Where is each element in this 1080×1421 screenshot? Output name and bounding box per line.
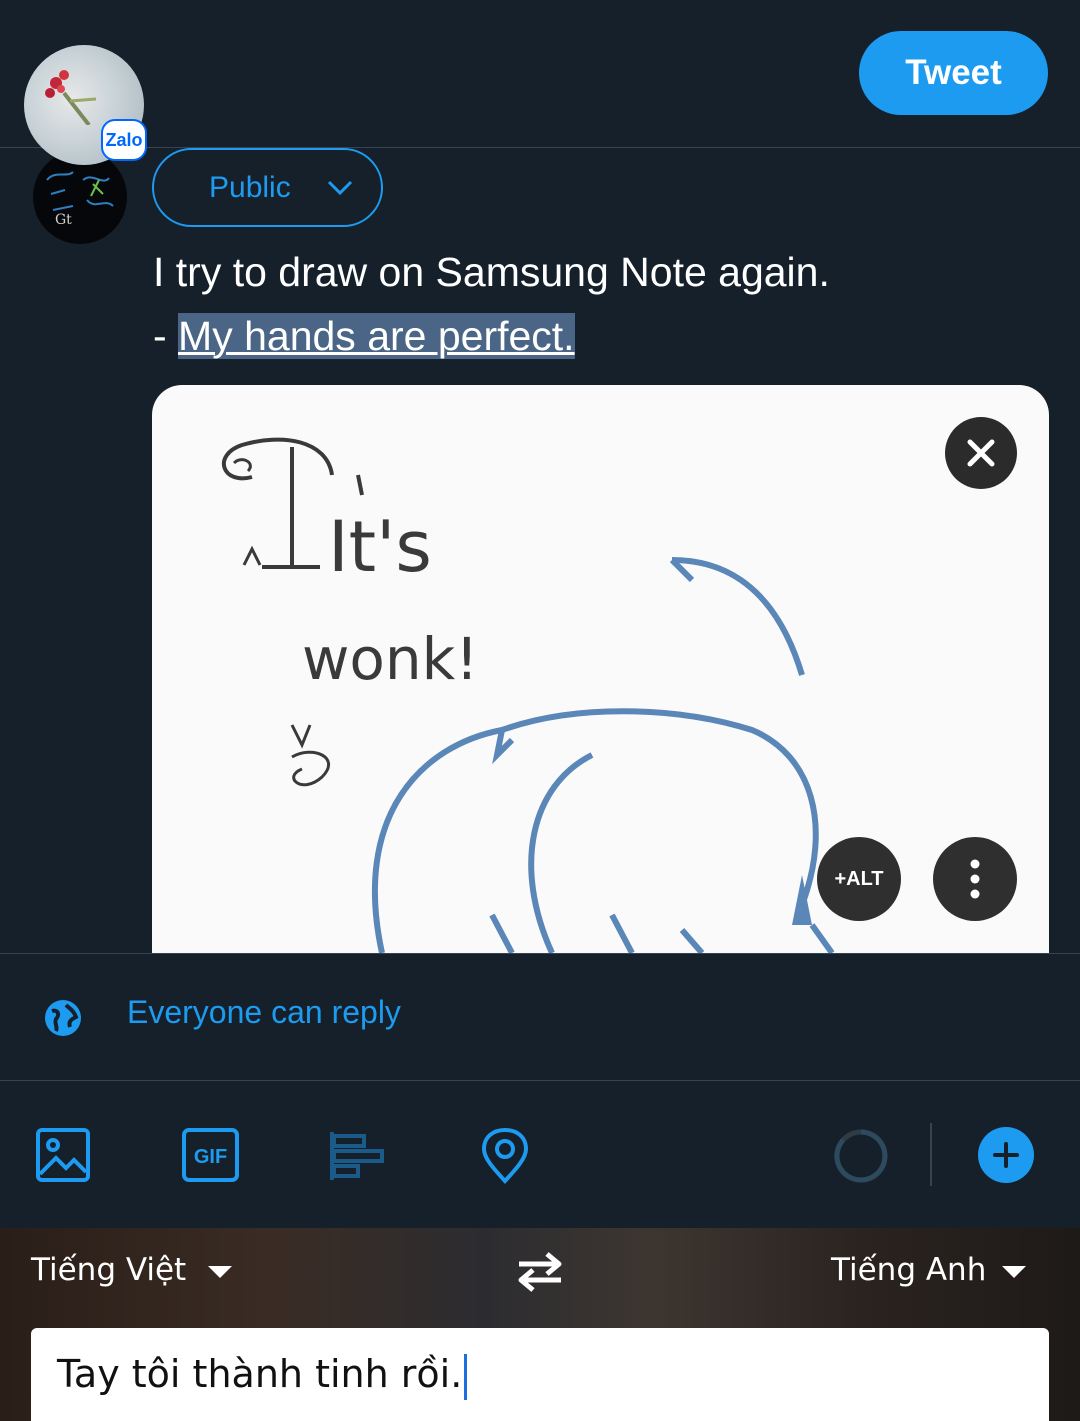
selected-text: My hands are perfect. bbox=[178, 313, 575, 359]
gif-icon[interactable]: GIF bbox=[182, 1128, 239, 1182]
more-vertical-icon bbox=[970, 859, 980, 899]
attached-image[interactable]: It's wonk! +ALT bbox=[152, 385, 1049, 953]
translation-text-value: Tay tôi thành tinh rồi. bbox=[57, 1352, 463, 1396]
caret-down-icon[interactable] bbox=[1000, 1264, 1028, 1280]
globe-icon bbox=[45, 1000, 81, 1036]
location-icon[interactable] bbox=[481, 1128, 529, 1184]
target-language-selector[interactable]: Tiếng Anh bbox=[831, 1252, 986, 1288]
close-icon bbox=[967, 439, 995, 467]
image-icon[interactable] bbox=[36, 1128, 90, 1182]
audience-label: Public bbox=[209, 170, 291, 204]
toolbar-divider bbox=[930, 1123, 932, 1186]
zalo-badge: Zalo bbox=[101, 119, 147, 161]
caret-down-icon[interactable] bbox=[206, 1264, 234, 1280]
reply-setting-button[interactable]: Everyone can reply bbox=[127, 994, 401, 1031]
plus-icon bbox=[993, 1142, 1019, 1168]
tweet-button[interactable]: Tweet bbox=[859, 31, 1048, 115]
chevron-down-icon bbox=[327, 180, 353, 196]
drawing-image: It's wonk! bbox=[221, 437, 835, 953]
translation-text: Tay tôi thành tinh rồi. bbox=[57, 1352, 468, 1400]
media-more-button[interactable] bbox=[933, 837, 1017, 921]
poll-icon[interactable] bbox=[330, 1132, 384, 1180]
text-cursor bbox=[464, 1353, 468, 1400]
gif-label: GIF bbox=[194, 1146, 227, 1168]
drawing-text-1: It's bbox=[328, 506, 432, 588]
add-alt-text-button[interactable]: +ALT bbox=[817, 837, 901, 921]
remove-media-button[interactable] bbox=[945, 417, 1017, 489]
drawing-text-2: wonk! bbox=[302, 625, 479, 693]
audience-selector[interactable]: Public bbox=[152, 148, 383, 227]
char-count-ring-icon bbox=[834, 1129, 888, 1183]
tweet-text-input[interactable]: I try to draw on Samsung Note again. - M… bbox=[153, 240, 1053, 368]
add-thread-button[interactable] bbox=[978, 1127, 1034, 1183]
tweet-text-line1: I try to draw on Samsung Note again. bbox=[153, 249, 830, 295]
bubble-photo-icon bbox=[45, 70, 97, 125]
source-language-selector[interactable]: Tiếng Việt bbox=[31, 1252, 186, 1288]
svg-text:Gt: Gt bbox=[55, 212, 72, 228]
swap-languages-icon[interactable] bbox=[513, 1250, 567, 1292]
tweet-text-line2-prefix: - bbox=[153, 313, 179, 359]
